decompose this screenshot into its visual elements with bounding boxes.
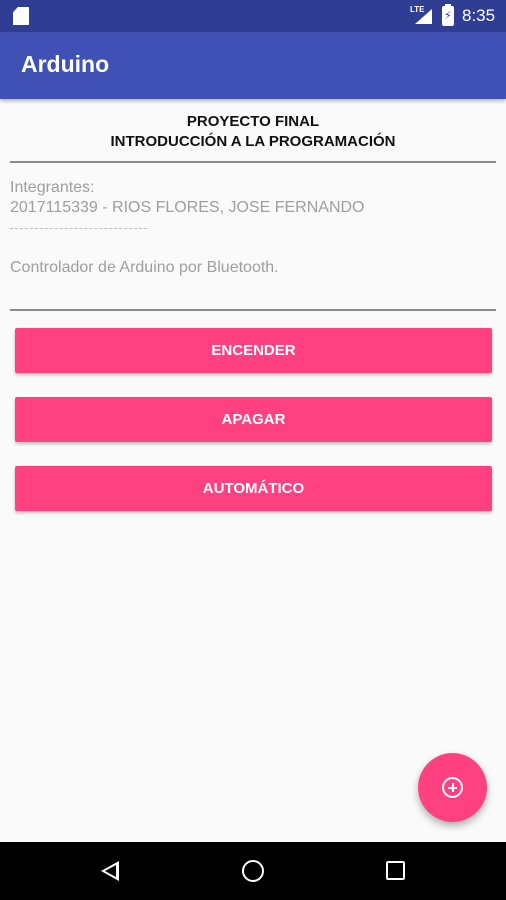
sd-card-icon xyxy=(13,7,29,25)
app-title: Arduino xyxy=(21,51,110,77)
status-time: 8:35 xyxy=(462,6,496,25)
home-icon[interactable] xyxy=(242,860,264,882)
app-description: Controlador de Arduino por Bluetooth. xyxy=(10,259,279,276)
course-title: INTRODUCCIÓN A LA PROGRAMACIÓN xyxy=(110,133,396,150)
apagar-button[interactable]: APAGAR xyxy=(15,397,492,442)
network-type-label: LTE xyxy=(410,5,425,14)
dashed-separator xyxy=(10,228,147,229)
member-entry: 2017115339 - RIOS FLORES, JOSE FERNANDO xyxy=(10,199,365,216)
recent-apps-icon[interactable] xyxy=(386,861,405,880)
automatico-button[interactable]: AUTOMÁTICO xyxy=(15,466,492,511)
members-label: Integrantes: xyxy=(10,179,95,196)
status-bar: LTE ⚡ 8:35 xyxy=(0,0,506,32)
app-bar: Arduino xyxy=(0,32,506,99)
battery-icon: ⚡ xyxy=(442,4,454,26)
encender-button[interactable]: ENCENDER xyxy=(15,328,492,373)
content-divider xyxy=(10,309,496,311)
project-title: PROYECTO FINAL xyxy=(186,113,320,130)
back-icon[interactable] xyxy=(101,861,119,881)
charging-bolt-icon: ⚡ xyxy=(444,10,452,22)
project-header: PROYECTO FINAL INTRODUCCIÓN A LA PROGRAM… xyxy=(0,112,506,152)
navigation-bar xyxy=(0,842,506,900)
add-fab-button[interactable] xyxy=(418,753,487,822)
header-divider xyxy=(10,161,496,163)
add-circle-icon xyxy=(442,777,463,798)
